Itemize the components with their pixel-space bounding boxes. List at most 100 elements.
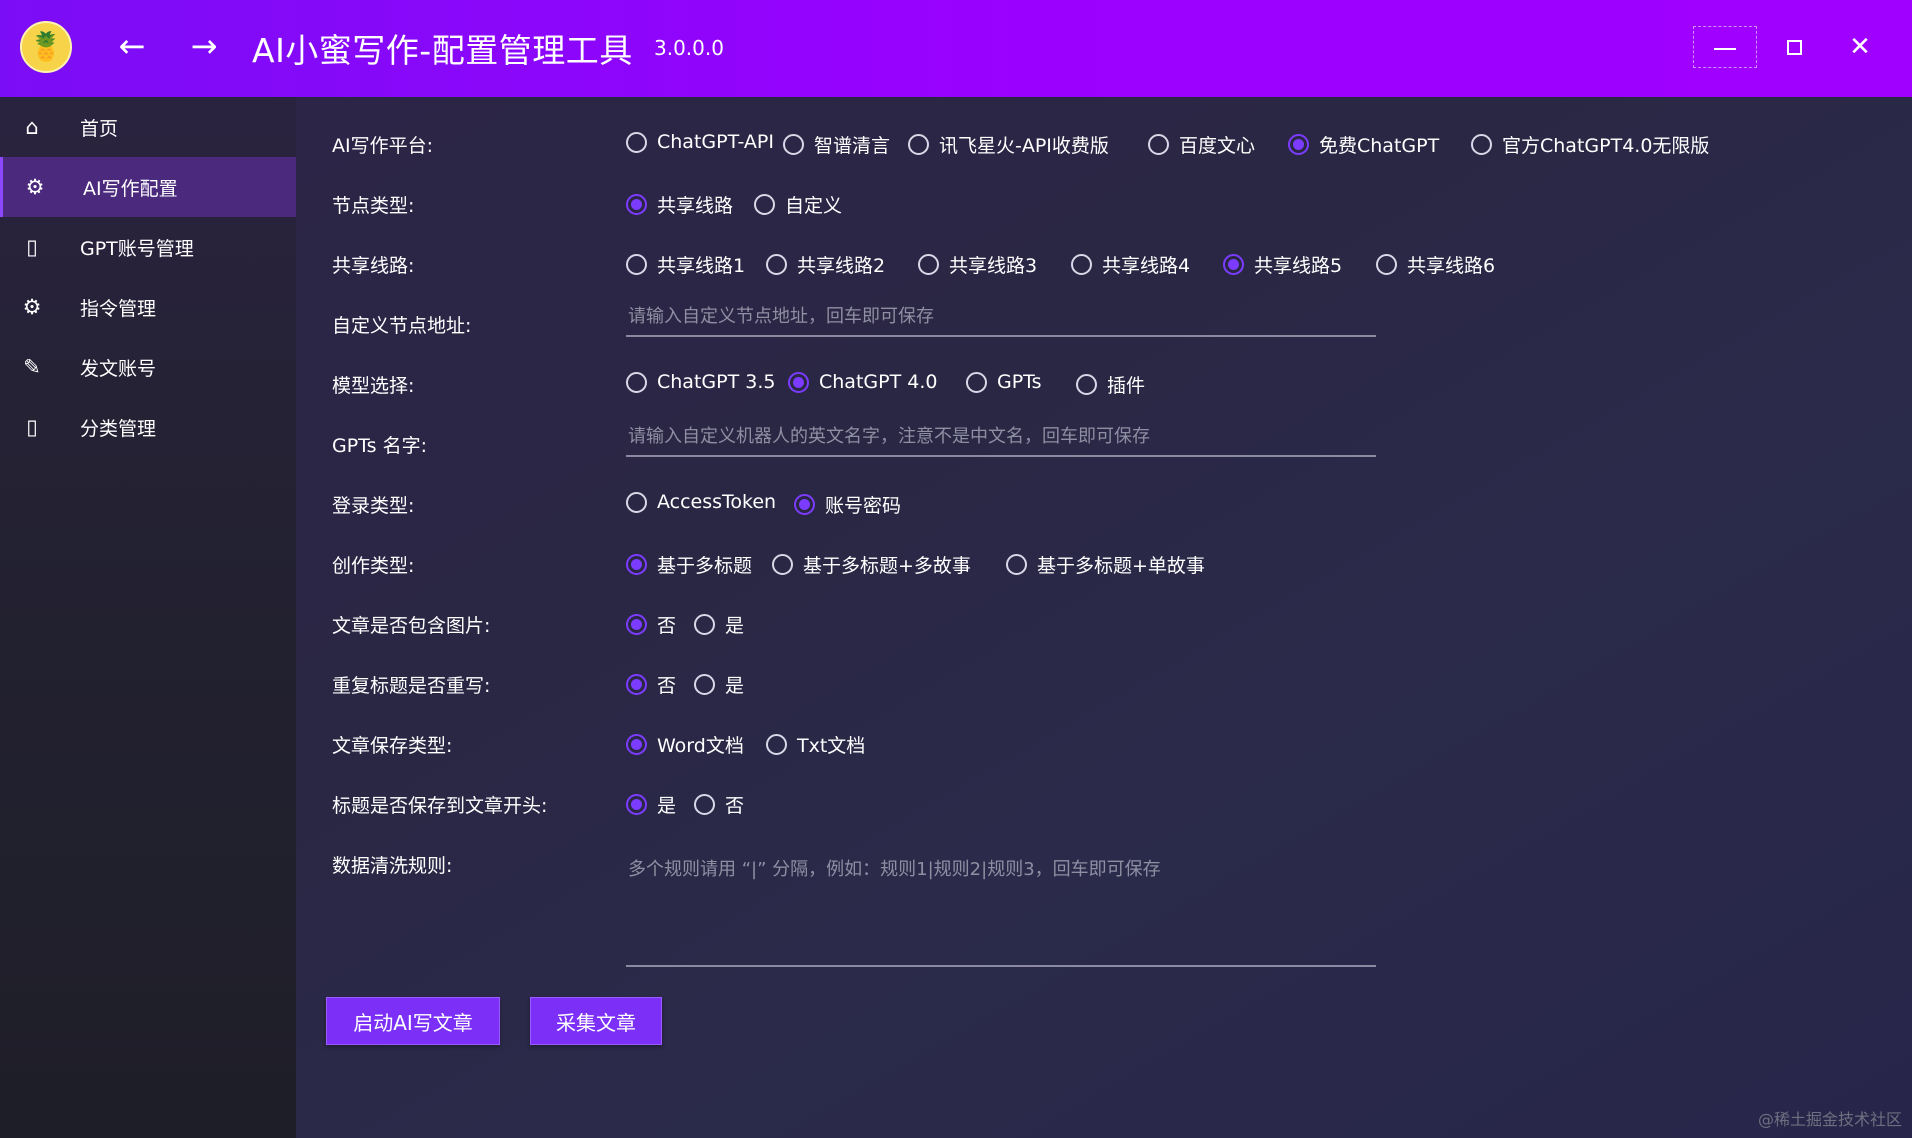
- back-arrow-icon[interactable]: ←: [112, 26, 152, 66]
- sidebar-item-categories[interactable]: ▯ 分类管理: [0, 397, 296, 457]
- radio-title-start-yes[interactable]: 是: [626, 791, 676, 818]
- radio-circle: [1006, 554, 1027, 575]
- radio-circle: [626, 734, 647, 755]
- radio-title-start-no[interactable]: 否: [694, 791, 744, 818]
- maximize-icon: [1786, 39, 1802, 55]
- radio-circle: [1223, 254, 1244, 275]
- radio-model-plugin[interactable]: 插件: [1076, 371, 1145, 398]
- radio-circle: [918, 254, 939, 275]
- radio-label: 百度文心: [1179, 135, 1256, 157]
- radio-circle: [1288, 134, 1309, 155]
- radio-label: AccessToken: [657, 491, 777, 513]
- gpts-name-label: GPTs 名字:: [332, 435, 427, 457]
- radio-label: 共享线路5: [1254, 255, 1343, 277]
- radio-node-custom[interactable]: 自定义: [754, 191, 842, 218]
- radio-image-yes[interactable]: 是: [694, 611, 744, 638]
- radio-circle: [626, 254, 647, 275]
- collect-articles-button[interactable]: 采集文章: [530, 997, 662, 1045]
- radio-platform-free-chatgpt[interactable]: 免费ChatGPT: [1288, 131, 1439, 158]
- watermark: @稀土掘金技术社区: [1757, 1110, 1902, 1129]
- radio-circle: [1076, 374, 1097, 395]
- sidebar-item-label: GPT账号管理: [80, 237, 194, 260]
- radio-platform-xunfei[interactable]: 讯飞星火-API收费版: [908, 131, 1109, 158]
- radio-label: ChatGPT-API: [657, 131, 774, 153]
- account-icon: ✎: [23, 355, 41, 379]
- radio-label: Word文档: [657, 735, 744, 757]
- radio-image-no[interactable]: 否: [626, 611, 676, 638]
- radio-line-5[interactable]: 共享线路5: [1223, 251, 1342, 278]
- radio-platform-official-gpt4[interactable]: 官方ChatGPT4.0无限版: [1471, 131, 1709, 158]
- model-label: 模型选择:: [332, 375, 415, 397]
- sidebar-item-publish-accounts[interactable]: ✎ 发文账号: [0, 337, 296, 397]
- minimize-icon: [1714, 48, 1736, 50]
- platform-label: AI写作平台:: [332, 135, 434, 157]
- radio-label: 是: [657, 795, 677, 817]
- close-button[interactable]: ✕: [1828, 26, 1892, 68]
- login-type-label: 登录类型:: [332, 495, 415, 517]
- sidebar-item-home[interactable]: ⌂ 首页: [0, 97, 296, 157]
- radio-label: 共享线路2: [797, 255, 886, 277]
- sidebar-item-label: 指令管理: [80, 297, 157, 320]
- radio-label: ChatGPT 3.5: [657, 371, 776, 393]
- radio-circle: [772, 554, 793, 575]
- radio-circle: [1376, 254, 1397, 275]
- app-logo-icon: 🍍: [20, 21, 72, 73]
- start-ai-writing-button[interactable]: 启动AI写文章: [326, 997, 500, 1045]
- radio-login-password[interactable]: 账号密码: [794, 491, 901, 518]
- minimize-button[interactable]: [1693, 26, 1757, 68]
- radio-model-gpt40[interactable]: ChatGPT 4.0: [788, 371, 937, 393]
- radio-model-gpt35[interactable]: ChatGPT 3.5: [626, 371, 775, 393]
- radio-circle: [694, 794, 715, 815]
- cleaning-rules-textarea[interactable]: [626, 849, 1376, 967]
- radio-label: 插件: [1107, 375, 1146, 397]
- rewrite-duplicate-label: 重复标题是否重写:: [332, 675, 491, 697]
- radio-creation-multi-title[interactable]: 基于多标题: [626, 551, 752, 578]
- radio-label: 基于多标题+多故事: [803, 555, 971, 577]
- sidebar-item-ai-writing-config[interactable]: ⚙ AI写作配置: [0, 157, 296, 217]
- save-type-label: 文章保存类型:: [332, 735, 453, 757]
- radio-line-4[interactable]: 共享线路4: [1071, 251, 1190, 278]
- radio-creation-single-story[interactable]: 基于多标题+单故事: [1006, 551, 1205, 578]
- app-title: AI小蜜写作-配置管理工具: [252, 31, 633, 70]
- radio-platform-chatgpt-api[interactable]: ChatGPT-API: [626, 131, 774, 153]
- radio-line-1[interactable]: 共享线路1: [626, 251, 745, 278]
- radio-label: 共享线路4: [1102, 255, 1191, 277]
- title-bar: 🍍 ← → AI小蜜写作-配置管理工具 3.0.0.0 ✕: [0, 0, 1912, 97]
- gpts-name-input[interactable]: [626, 417, 1376, 457]
- radio-platform-baidu[interactable]: 百度文心: [1148, 131, 1255, 158]
- radio-save-txt[interactable]: Txt文档: [766, 731, 865, 758]
- radio-login-accesstoken[interactable]: AccessToken: [626, 491, 776, 513]
- radio-label: GPTs: [997, 371, 1042, 393]
- radio-circle: [1071, 254, 1092, 275]
- maximize-button[interactable]: [1762, 26, 1826, 68]
- radio-creation-multi-story[interactable]: 基于多标题+多故事: [772, 551, 971, 578]
- radio-rewrite-yes[interactable]: 是: [694, 671, 744, 698]
- radio-circle: [1471, 134, 1492, 155]
- radio-line-3[interactable]: 共享线路3: [918, 251, 1037, 278]
- radio-node-shared[interactable]: 共享线路: [626, 191, 733, 218]
- radio-line-6[interactable]: 共享线路6: [1376, 251, 1495, 278]
- custom-node-input[interactable]: [626, 297, 1376, 337]
- sidebar-item-label: 首页: [80, 117, 119, 140]
- node-type-label: 节点类型:: [332, 195, 415, 217]
- radio-label: 否: [725, 795, 745, 817]
- config-form: AI写作平台: ChatGPT-API 智谱清言 讯飞星火-API收费版 百度文…: [296, 97, 1912, 1138]
- radio-label: 是: [725, 675, 745, 697]
- radio-rewrite-no[interactable]: 否: [626, 671, 676, 698]
- forward-arrow-icon[interactable]: →: [184, 26, 224, 66]
- sidebar-item-gpt-accounts[interactable]: ▯ GPT账号管理: [0, 217, 296, 277]
- radio-label: ChatGPT 4.0: [819, 371, 938, 393]
- radio-model-gpts[interactable]: GPTs: [966, 371, 1042, 393]
- radio-circle: [788, 371, 809, 393]
- app-version: 3.0.0.0: [654, 36, 724, 60]
- radio-circle: [766, 254, 787, 275]
- sidebar-item-commands[interactable]: ⚙ 指令管理: [0, 277, 296, 337]
- radio-circle: [694, 614, 715, 635]
- radio-label: 是: [725, 615, 745, 637]
- radio-save-word[interactable]: Word文档: [626, 731, 744, 758]
- radio-label: 讯飞星火-API收费版: [939, 135, 1109, 157]
- gear-icon: ⚙: [22, 295, 42, 319]
- radio-line-2[interactable]: 共享线路2: [766, 251, 885, 278]
- radio-circle: [783, 134, 804, 155]
- radio-platform-zhipu[interactable]: 智谱清言: [783, 131, 890, 158]
